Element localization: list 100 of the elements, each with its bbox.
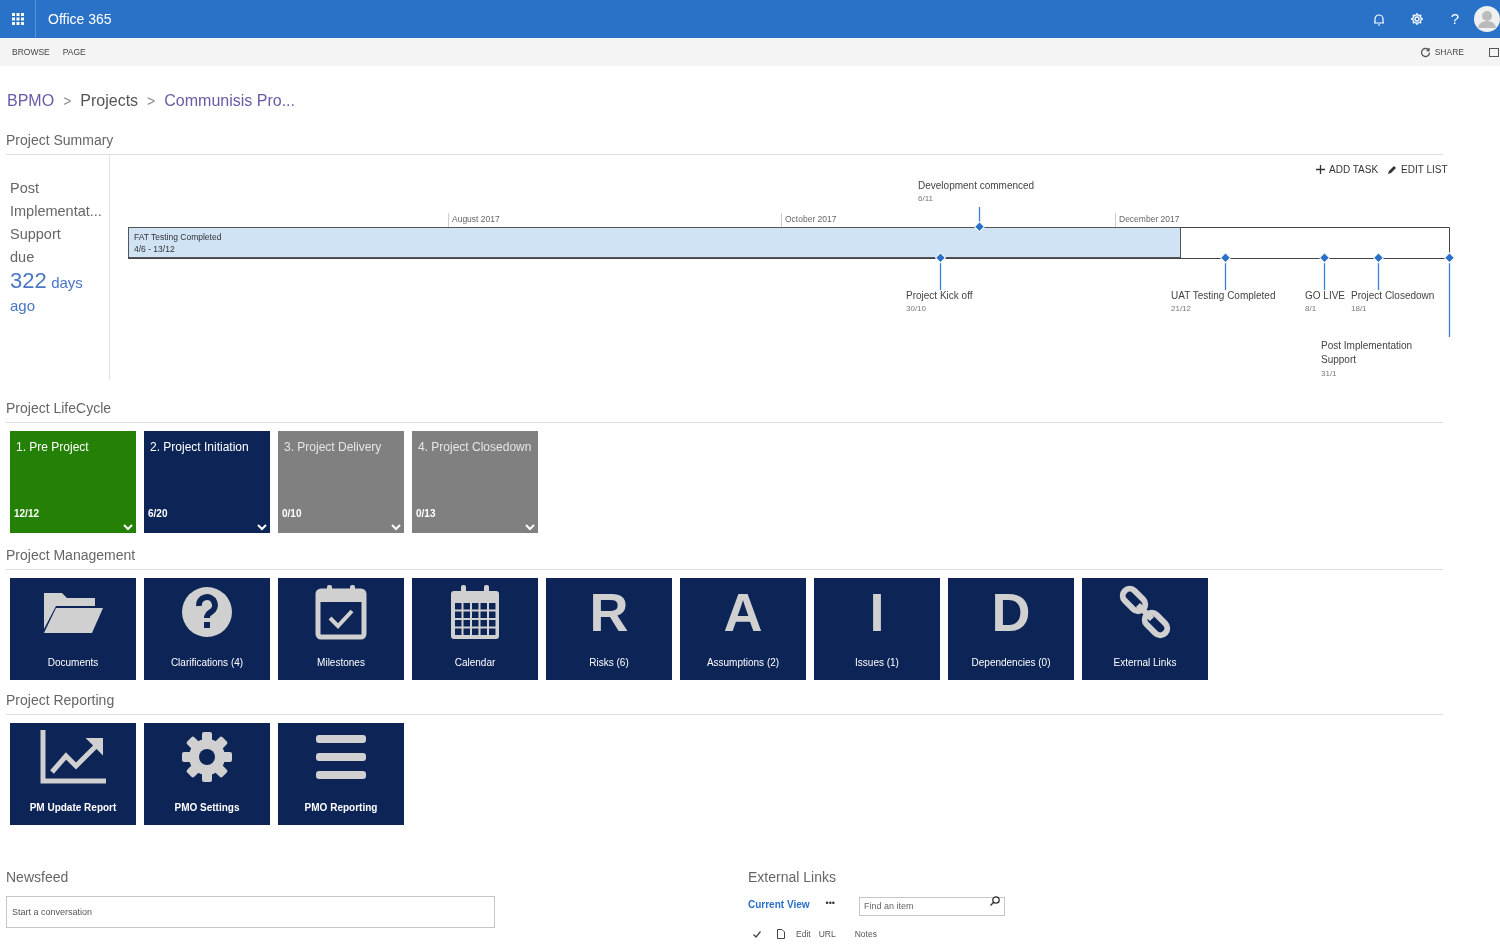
search-field[interactable]: Find an item — [858, 896, 1005, 916]
stage-count: 0/13 — [416, 507, 436, 521]
tile-button[interactable]: Clarifications (4) — [144, 578, 270, 680]
milestone-title: Project Kick off — [906, 289, 973, 303]
breadcrumb-separator: > — [63, 91, 72, 111]
stage-tile[interactable]: 3. Project Delivery 0/10 — [278, 431, 404, 533]
tile-label: Issues (1) — [855, 656, 899, 670]
countdown-label: Implementat... — [10, 202, 103, 221]
pencil-icon[interactable] — [1388, 165, 1397, 174]
tile-label: PMO Reporting — [304, 801, 378, 815]
column-header[interactable]: Notes — [854, 928, 877, 941]
task-title: FAT Testing Completed — [134, 231, 222, 244]
stage-count: 0/10 — [282, 507, 302, 521]
breadcrumb-separator: > — [147, 91, 156, 111]
help-icon — [182, 587, 232, 637]
tile-letter: A — [723, 585, 763, 639]
tile-button[interactable]: PM Update Report — [10, 723, 136, 825]
stage-tile[interactable]: 4. Project Closedown 0/13 — [412, 431, 538, 533]
tile-button[interactable]: D Dependencies (0) — [948, 578, 1074, 680]
tile-button[interactable]: Calendar — [412, 578, 538, 680]
countdown-suffix: ago — [10, 296, 37, 316]
stage-title: 3. Project Delivery — [284, 439, 382, 456]
task-dates: 4/6 - 13/12 — [134, 243, 175, 256]
section-heading: External Links — [748, 868, 837, 887]
edit-list-button[interactable]: EDIT LIST — [1401, 162, 1448, 177]
month-tick — [1115, 212, 1116, 228]
tile-label: Milestones — [317, 656, 365, 670]
section-heading: Project Summary — [6, 130, 1443, 155]
month-tick — [781, 212, 782, 228]
more-button[interactable]: ••• — [825, 897, 835, 911]
section-heading: Newsfeed — [6, 868, 70, 887]
share-icon[interactable] — [1419, 46, 1431, 58]
stage-tile[interactable]: 2. Project Initiation 6/20 — [144, 431, 270, 533]
tile-label: Documents — [47, 656, 99, 670]
ribbon-tab[interactable]: BROWSE — [12, 45, 59, 59]
milestone-marker[interactable] — [1444, 252, 1455, 338]
stage-count: 6/20 — [148, 507, 168, 521]
section-heading: Project LifeCycle — [6, 398, 1443, 423]
milestone-title: Development commenced — [918, 179, 1035, 193]
stage-title: 2. Project Initiation — [150, 439, 249, 456]
section-heading: Project Reporting — [6, 690, 1443, 715]
tile-label: PMO Settings — [174, 801, 240, 815]
tile-button[interactable]: Milestones — [278, 578, 404, 680]
breadcrumb-item[interactable]: Communisis Pro... — [164, 89, 295, 113]
stage-count: 12/12 — [14, 507, 40, 521]
menu-icon — [316, 735, 366, 779]
settings-icon[interactable] — [1410, 12, 1424, 26]
milestone-marker[interactable] — [1319, 252, 1330, 291]
tile-button[interactable]: R Risks (6) — [546, 578, 672, 680]
tile-label: Assumptions (2) — [706, 656, 780, 670]
breadcrumb-item[interactable]: Projects — [80, 89, 139, 113]
countdown-label: Post — [10, 179, 40, 198]
tile-button[interactable]: I Issues (1) — [814, 578, 940, 680]
chevron-down-icon[interactable] — [257, 524, 267, 531]
chain-link-icon — [1118, 585, 1172, 639]
column-header[interactable]: Edit — [796, 928, 811, 941]
milestone-marker[interactable] — [1220, 252, 1231, 291]
share-button[interactable]: SHARE — [1434, 45, 1464, 59]
stage-title: 4. Project Closedown — [418, 439, 532, 456]
countdown-unit: days — [51, 274, 83, 291]
milestone-title: Post Implementation Support — [1321, 339, 1414, 367]
tile-button[interactable]: A Assumptions (2) — [680, 578, 806, 680]
help-button[interactable]: ? — [1450, 7, 1460, 31]
view-link[interactable]: Current View — [748, 896, 810, 912]
countdown-label: Support — [10, 225, 62, 244]
line-chart-icon — [40, 730, 106, 784]
milestone-marker[interactable] — [1373, 252, 1384, 291]
milestone-date: 8/1 — [1305, 303, 1317, 315]
app-launcher-icon[interactable] — [11, 13, 24, 25]
tile-button[interactable]: PMO Settings — [144, 723, 270, 825]
task-bar[interactable] — [128, 227, 1181, 258]
countdown-label: due — [10, 248, 36, 267]
tile-button[interactable]: Documents — [10, 578, 136, 680]
tile-label: External Links — [1113, 656, 1177, 670]
breadcrumb-item[interactable]: BPMO — [7, 89, 55, 113]
search-icon[interactable] — [989, 896, 1000, 906]
document-icon — [777, 929, 785, 940]
tile-button[interactable]: PMO Reporting — [278, 723, 404, 825]
plus-icon[interactable] — [1316, 165, 1325, 174]
tile-button[interactable]: External Links — [1082, 578, 1208, 680]
ribbon-tab[interactable]: PAGE — [62, 45, 95, 59]
tile-label: Clarifications (4) — [170, 656, 244, 670]
milestone-date: 31/1 — [1321, 368, 1337, 380]
bell-icon[interactable] — [1373, 12, 1385, 26]
add-task-button[interactable]: ADD TASK — [1329, 162, 1379, 177]
conversation-field[interactable]: Start a conversation — [6, 896, 495, 928]
stage-tile[interactable]: 1. Pre Project 12/12 — [10, 431, 136, 533]
tile-label: PM Update Report — [29, 801, 117, 815]
focus-icon[interactable] — [1488, 46, 1500, 58]
month-label: December 2017 — [1119, 213, 1180, 226]
milestone-marker[interactable] — [974, 206, 985, 233]
month-label: October 2017 — [785, 213, 837, 226]
milestone-marker[interactable] — [935, 252, 946, 291]
avatar-icon[interactable] — [1474, 6, 1500, 32]
calendar-check-icon — [315, 584, 367, 640]
column-header[interactable]: URL — [818, 928, 836, 941]
app-title[interactable]: Office 365 — [36, 8, 112, 30]
countdown-number: 322 — [10, 268, 47, 293]
milestone-title: GO LIVE — [1305, 289, 1345, 303]
settings-icon — [181, 731, 233, 783]
